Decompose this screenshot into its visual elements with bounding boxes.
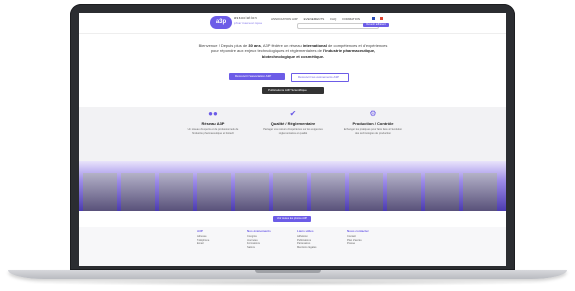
footer-col-a3p: A3P Adresse Téléphone Email — [197, 229, 209, 246]
intro-part1: Bienvenue ! Depuis plus de — [198, 43, 249, 48]
intro-part2: , A3P fédère un réseau — [260, 43, 303, 48]
main-menu: ASSOCIATION A3P EVENEMENTS FAQ FORMATION — [271, 17, 360, 21]
gallery-photo[interactable] — [463, 173, 497, 211]
brand-line2: pharmaceutique — [234, 21, 263, 25]
footer-col-links: Liens utiles Adhésion Publications Parte… — [297, 229, 316, 250]
footer-link[interactable]: Salons — [247, 246, 271, 250]
card-qualite-title: Qualité / Réglementaire — [270, 121, 316, 126]
card-qualite-text: Partager vos retours d'expérience sur le… — [263, 128, 323, 135]
site-footer — [79, 227, 506, 266]
footer-link[interactable]: Presse — [347, 242, 369, 246]
gallery-photo[interactable] — [387, 173, 421, 211]
footer-col-title: Nous contacter — [347, 229, 369, 233]
gallery-photo[interactable] — [83, 173, 117, 211]
a3p-logo[interactable]: a3p — [210, 16, 232, 29]
footer-line[interactable]: Email — [197, 242, 209, 246]
gallery-photo[interactable] — [311, 173, 345, 211]
footer-col-contact: Nous contacter Contact Plan d'accès Pres… — [347, 229, 369, 246]
join-button[interactable]: Devenir adhérent — [363, 23, 389, 27]
card-production[interactable]: ⚙ Production / Contrôle Echanger les pra… — [343, 109, 403, 135]
brand-text: association pharmaceutique — [234, 16, 263, 26]
gallery-photo[interactable] — [235, 173, 269, 211]
menu-item-faq[interactable]: FAQ — [330, 17, 336, 21]
check-icon: ✔ — [289, 109, 297, 118]
laptop-notch — [255, 270, 321, 273]
discover-events-button[interactable]: Découvrir les événements A3P — [291, 73, 349, 82]
publications-row: Publications A3P Scientifique — [262, 84, 324, 94]
language-flag-icon[interactable] — [372, 17, 383, 20]
footer-col-events: Nos événements Congrès Journées Formatio… — [247, 229, 271, 250]
footer-col-title: A3P — [197, 229, 203, 233]
gallery-photo[interactable] — [121, 173, 155, 211]
footer-col-title: Nos événements — [247, 229, 271, 233]
card-qualite[interactable]: ✔ Qualité / Réglementaire Partager vos r… — [263, 109, 323, 135]
network-icon: ●● — [208, 109, 218, 118]
gallery-photo[interactable] — [349, 173, 383, 211]
footer-col-title: Liens utiles — [297, 229, 314, 233]
all-photos-button[interactable]: Voir toutes les photos A3P — [273, 216, 311, 222]
discover-association-button[interactable]: Découvrir l'association A3P — [229, 73, 285, 80]
photo-gallery — [79, 161, 506, 211]
card-reseau-title: Réseau A3P — [201, 121, 225, 126]
brand-line1: association — [234, 16, 258, 20]
gallery-photo[interactable] — [425, 173, 459, 211]
menu-item-association[interactable]: ASSOCIATION A3P — [271, 17, 298, 21]
card-reseau-text: Un réseau d'experts et de professionnels… — [187, 128, 239, 135]
laptop-screen: a3p association pharmaceutique ASSOCIATI… — [79, 13, 506, 266]
gallery-photo[interactable] — [197, 173, 231, 211]
card-production-title: Production / Contrôle — [352, 121, 394, 126]
intro-years: 30 ans — [248, 43, 261, 48]
menu-item-formation[interactable]: FORMATION — [342, 17, 360, 21]
footer-link[interactable]: Mentions légales — [297, 246, 316, 250]
gallery-photo[interactable] — [273, 173, 307, 211]
hero-buttons: Découvrir l'association A3P Découvrir le… — [229, 73, 349, 82]
menu-item-evenements[interactable]: EVENEMENTS — [304, 17, 325, 21]
intro-text: Bienvenue ! Depuis plus de 30 ans, A3P f… — [197, 43, 389, 59]
intro-international: international — [302, 43, 327, 48]
card-production-text: Echanger les pratiques pour faire face à… — [343, 128, 403, 135]
publications-button[interactable]: Publications A3P Scientifique — [262, 87, 324, 94]
gallery-photo[interactable] — [159, 173, 193, 211]
card-reseau[interactable]: ●● Réseau A3P Un réseau d'experts et de … — [183, 109, 243, 135]
site-header: a3p association pharmaceutique ASSOCIATI… — [79, 13, 506, 34]
laptop-shadow — [20, 280, 555, 286]
gear-icon: ⚙ — [369, 109, 377, 118]
